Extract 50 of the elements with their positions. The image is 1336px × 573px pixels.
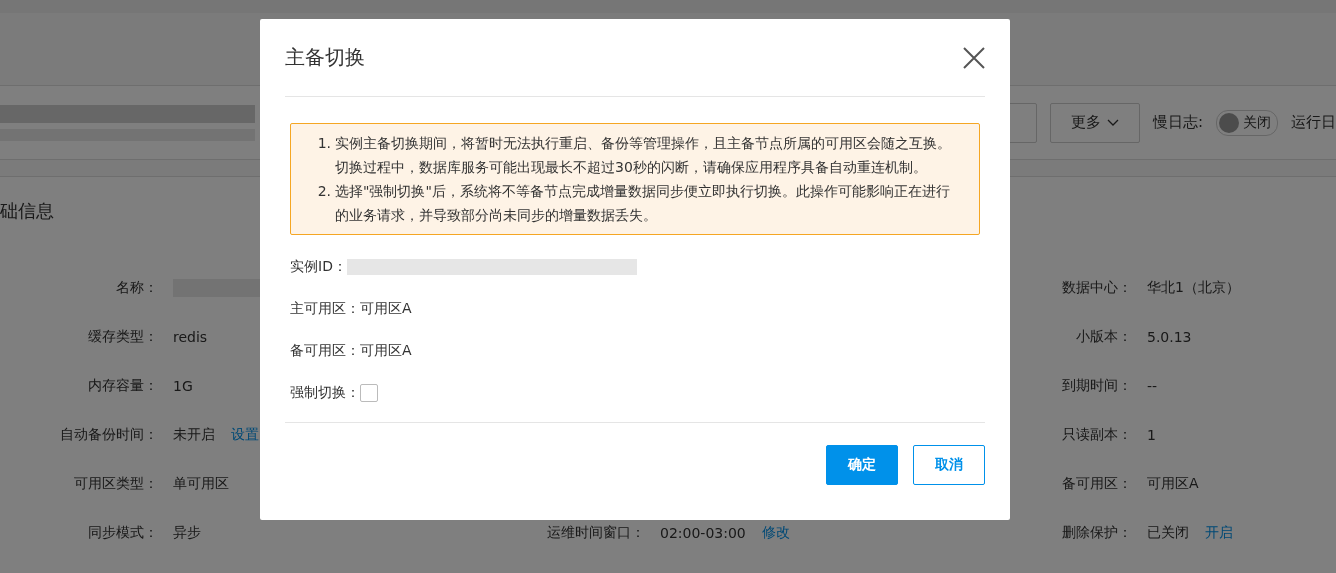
field-value: 单可用区 (173, 475, 229, 493)
field-value: 已关闭 (1147, 524, 1189, 542)
run-log-label: 运行日 (1291, 113, 1336, 133)
cancel-button[interactable]: 取消 (913, 445, 985, 485)
field-label: 到期时间： (1061, 377, 1132, 395)
field-label: 备可用区： (290, 342, 360, 360)
slow-log-label: 慢日志: (1152, 113, 1203, 133)
field-value: 5.0.13 (1147, 329, 1192, 345)
field-value: 未开启 (173, 426, 215, 444)
close-icon (963, 46, 985, 69)
confirm-button[interactable]: 确定 (826, 445, 898, 485)
checkbox[interactable] (360, 384, 378, 402)
field-label: 缓存类型： (87, 328, 158, 346)
action-link[interactable]: 设置 (231, 426, 259, 444)
field-label: 可用区类型： (73, 475, 158, 493)
close-button[interactable] (963, 46, 985, 69)
field-label: 名称： (115, 279, 158, 297)
notice-item: 选择"强制切换"后，系统将不等备节点完成增量数据同步便立即执行切换。此操作可能影响正在进行的业务请求，并导致部分尚未同步的增量数据丢失。 (335, 182, 951, 225)
field-label: 备可用区： (1061, 475, 1132, 493)
field-label: 内存容量： (87, 377, 158, 395)
section-title: 础信息 (0, 199, 54, 224)
notice-item: 实例主备切换期间，将暂时无法执行重启、备份等管理操作，且主备节点所属的可用区会随之互换。切换过程中，数据库服务可能出现最长不超过30秒的闪断，请确保应用程序具备自动重连机制。 (335, 134, 952, 177)
field-value: 华北1（北京） (1147, 279, 1240, 297)
field-label: 小版本： (1075, 328, 1132, 346)
field-value: 可用区A (360, 300, 412, 318)
field-value: 异步 (173, 524, 201, 542)
field-value: 可用区A (360, 342, 412, 360)
field-label: 自动备份时间： (59, 426, 158, 444)
field-label: 运维时间窗口： (546, 524, 645, 542)
field-value: -- (1147, 378, 1158, 394)
field-value: 1G (173, 378, 193, 394)
field-label: 实例ID： (290, 258, 347, 276)
action-link[interactable]: 修改 (761, 524, 790, 542)
slow-log-toggle[interactable]: 关闭 (1216, 109, 1278, 136)
field-label: 删除保护： (1061, 524, 1132, 542)
action-link[interactable]: 开启 (1205, 524, 1233, 542)
field-label: 同步模式： (87, 524, 158, 542)
field-value: 1 (1147, 427, 1156, 443)
field-label: 数据中心： (1061, 279, 1132, 297)
chevron-down-icon (1106, 118, 1119, 127)
field-label: 只读副本： (1061, 426, 1132, 444)
list-number: 2. (316, 182, 331, 201)
field-value: 02:00-03:00 (660, 525, 746, 541)
field-value: redis (173, 329, 208, 345)
field-label: 强制切换： (290, 384, 360, 402)
list-number: 1. (316, 134, 331, 153)
field-label: 主可用区： (290, 300, 360, 318)
more-button[interactable]: 更多 (1049, 102, 1140, 143)
dialog-title: 主备切换 (285, 44, 365, 71)
field-value: 可用区A (1147, 475, 1199, 493)
